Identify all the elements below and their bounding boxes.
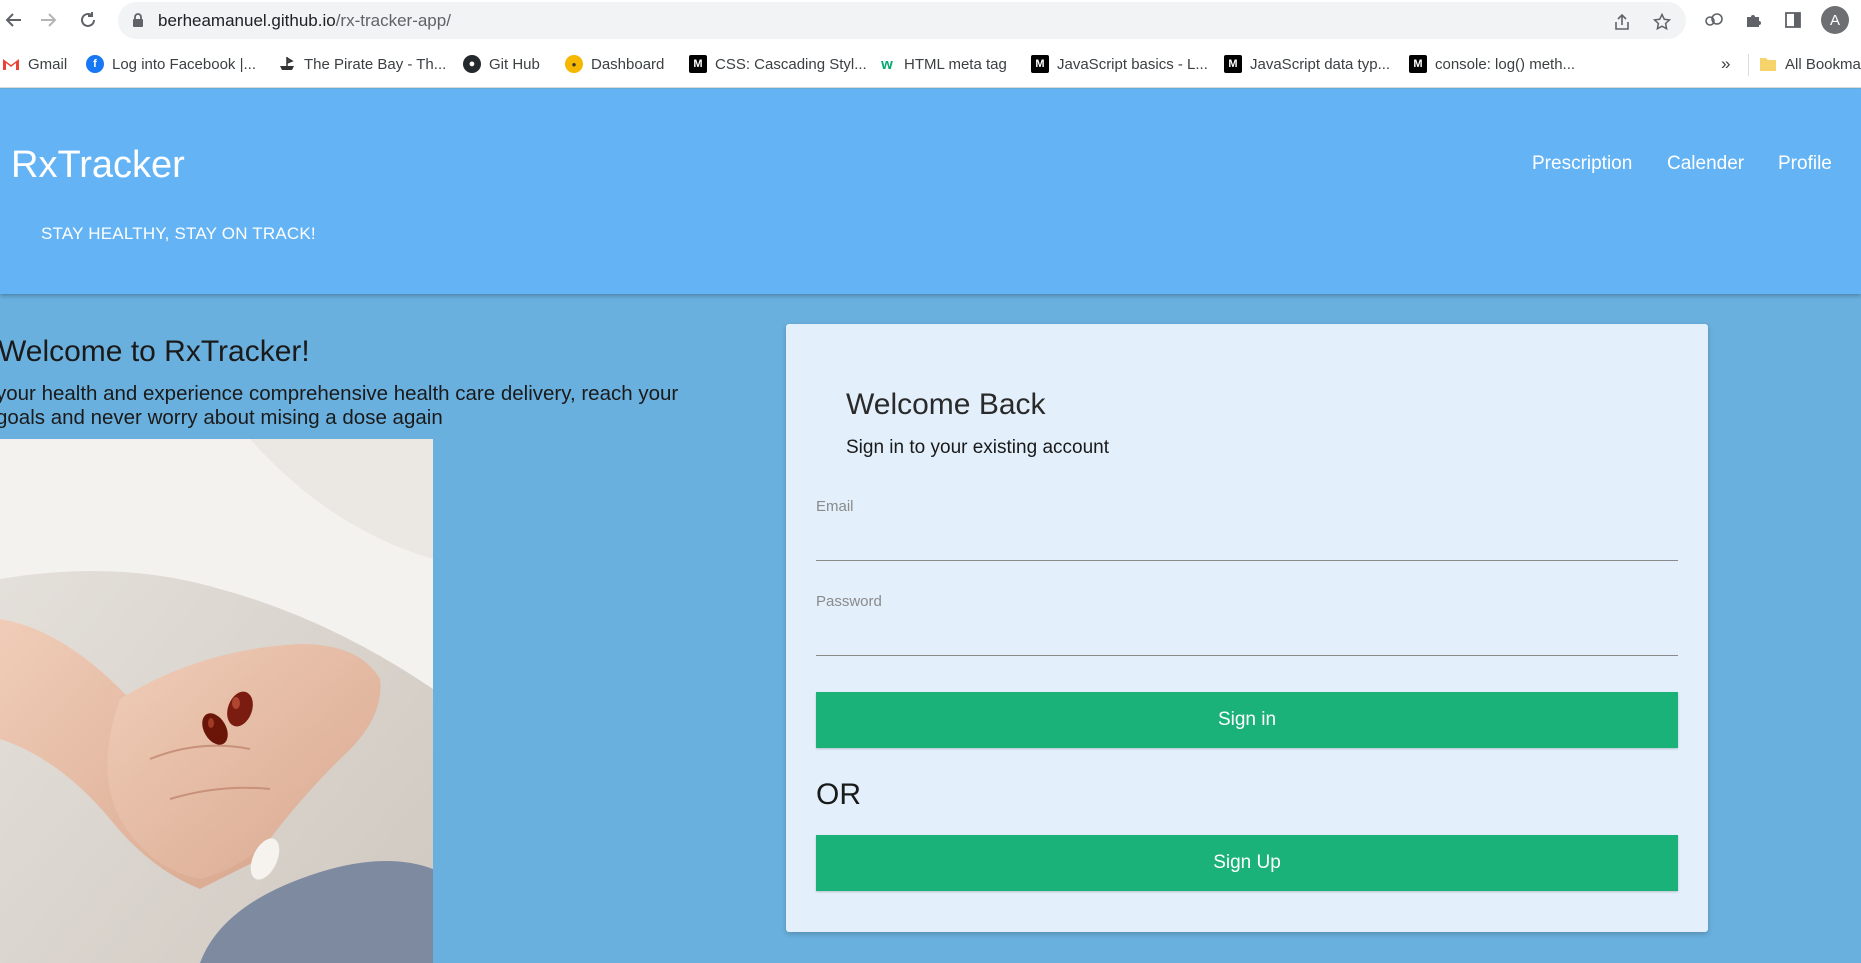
bookmark-label: Log into Facebook |... — [112, 55, 256, 73]
bookmark-label: Dashboard — [591, 55, 665, 73]
bookmarks-overflow-button[interactable]: » — [1721, 52, 1730, 76]
facebook-icon: f — [86, 55, 104, 73]
bookmark-dashboard[interactable]: ● Dashboard — [565, 52, 664, 76]
card-subtitle: Sign in to your existing account — [846, 437, 1109, 458]
sign-in-button[interactable]: Sign in — [816, 692, 1678, 748]
url-path: /rx-tracker-app/ — [335, 11, 451, 30]
browser-toolbar: berheamanuel.github.io/rx-tracker-app/ A — [0, 0, 1861, 40]
nav-profile[interactable]: Profile — [1778, 153, 1832, 175]
sign-up-button[interactable]: Sign Up — [816, 835, 1678, 891]
bookmark-label: JavaScript data typ... — [1250, 55, 1391, 73]
bookmark-html-meta[interactable]: w HTML meta tag — [878, 52, 1007, 76]
lock-icon[interactable] — [132, 13, 144, 33]
extension-cloud-icon[interactable] — [1702, 8, 1726, 32]
welcome-heading: Welcome to RxTracker! — [0, 335, 310, 368]
bookmark-label: The Pirate Bay - Th... — [304, 55, 447, 73]
bookmarks-divider — [1748, 54, 1749, 76]
bookmark-js-datatypes[interactable]: M JavaScript data typ... — [1224, 52, 1390, 76]
bookmarks-bar: Gmail f Log into Facebook |... The Pirat… — [0, 40, 1861, 88]
extensions-puzzle-icon[interactable] — [1742, 8, 1766, 32]
bookmark-label: JavaScript basics - L... — [1057, 55, 1208, 73]
bookmark-console-log[interactable]: M console: log() meth... — [1409, 52, 1575, 76]
bookmark-css[interactable]: M CSS: Cascading Styl... — [689, 52, 867, 76]
github-icon: ● — [463, 55, 481, 73]
side-panel-icon[interactable] — [1781, 8, 1805, 32]
bookmark-js-basics[interactable]: M JavaScript basics - L... — [1031, 52, 1208, 76]
dashboard-icon: ● — [565, 55, 583, 73]
bookmark-pirate-bay[interactable]: The Pirate Bay - Th... — [278, 52, 446, 76]
mdn-icon: M — [689, 55, 707, 73]
bookmark-github[interactable]: ● Git Hub — [463, 52, 540, 76]
bookmark-gmail[interactable]: Gmail — [2, 52, 67, 76]
welcome-text: your health and experience comprehensive… — [0, 382, 679, 429]
mdn-icon: M — [1409, 55, 1427, 73]
gmail-icon — [2, 55, 20, 73]
all-bookmarks-folder[interactable]: All Bookma — [1759, 52, 1861, 76]
email-field[interactable] — [816, 523, 1678, 561]
back-arrow-icon[interactable] — [0, 6, 28, 34]
bookmark-facebook[interactable]: f Log into Facebook |... — [86, 52, 256, 76]
bookmark-star-icon[interactable] — [1651, 11, 1673, 33]
address-bar[interactable]: berheamanuel.github.io/rx-tracker-app/ — [118, 2, 1686, 39]
password-label: Password — [816, 593, 882, 610]
bookmark-label: All Bookma — [1785, 55, 1861, 73]
nav-calender[interactable]: Calender — [1667, 153, 1744, 175]
profile-avatar[interactable]: A — [1821, 6, 1849, 34]
nav-prescription[interactable]: Prescription — [1532, 153, 1632, 175]
mdn-icon: M — [1031, 55, 1049, 73]
login-card: Welcome Back Sign in to your existing ac… — [786, 324, 1708, 932]
w3schools-icon: w — [881, 55, 893, 73]
url-text[interactable]: berheamanuel.github.io/rx-tracker-app/ — [158, 11, 451, 31]
bookmark-label: CSS: Cascading Styl... — [715, 55, 867, 73]
tagline: STAY HEALTHY, STAY ON TRACK! — [41, 224, 316, 243]
email-label: Email — [816, 498, 854, 515]
bookmark-label: HTML meta tag — [904, 55, 1007, 73]
bookmark-label: Git Hub — [489, 55, 540, 73]
or-divider: OR — [816, 778, 861, 811]
url-host: berheamanuel.github.io — [158, 11, 336, 30]
mdn-icon: M — [1224, 55, 1242, 73]
folder-icon — [1759, 55, 1777, 73]
bookmark-label: Gmail — [28, 55, 68, 73]
pirate-ship-icon — [278, 55, 296, 73]
hero-image — [0, 439, 433, 963]
forward-arrow-icon[interactable] — [34, 6, 62, 34]
password-field[interactable] — [816, 618, 1678, 656]
bookmark-label: console: log() meth... — [1435, 55, 1576, 73]
site-header: RxTracker STAY HEALTHY, STAY ON TRACK! P… — [0, 89, 1861, 294]
brand-logo[interactable]: RxTracker — [11, 144, 185, 187]
card-title: Welcome Back — [846, 388, 1046, 421]
share-icon[interactable] — [1611, 11, 1633, 33]
reload-icon[interactable] — [74, 6, 102, 34]
